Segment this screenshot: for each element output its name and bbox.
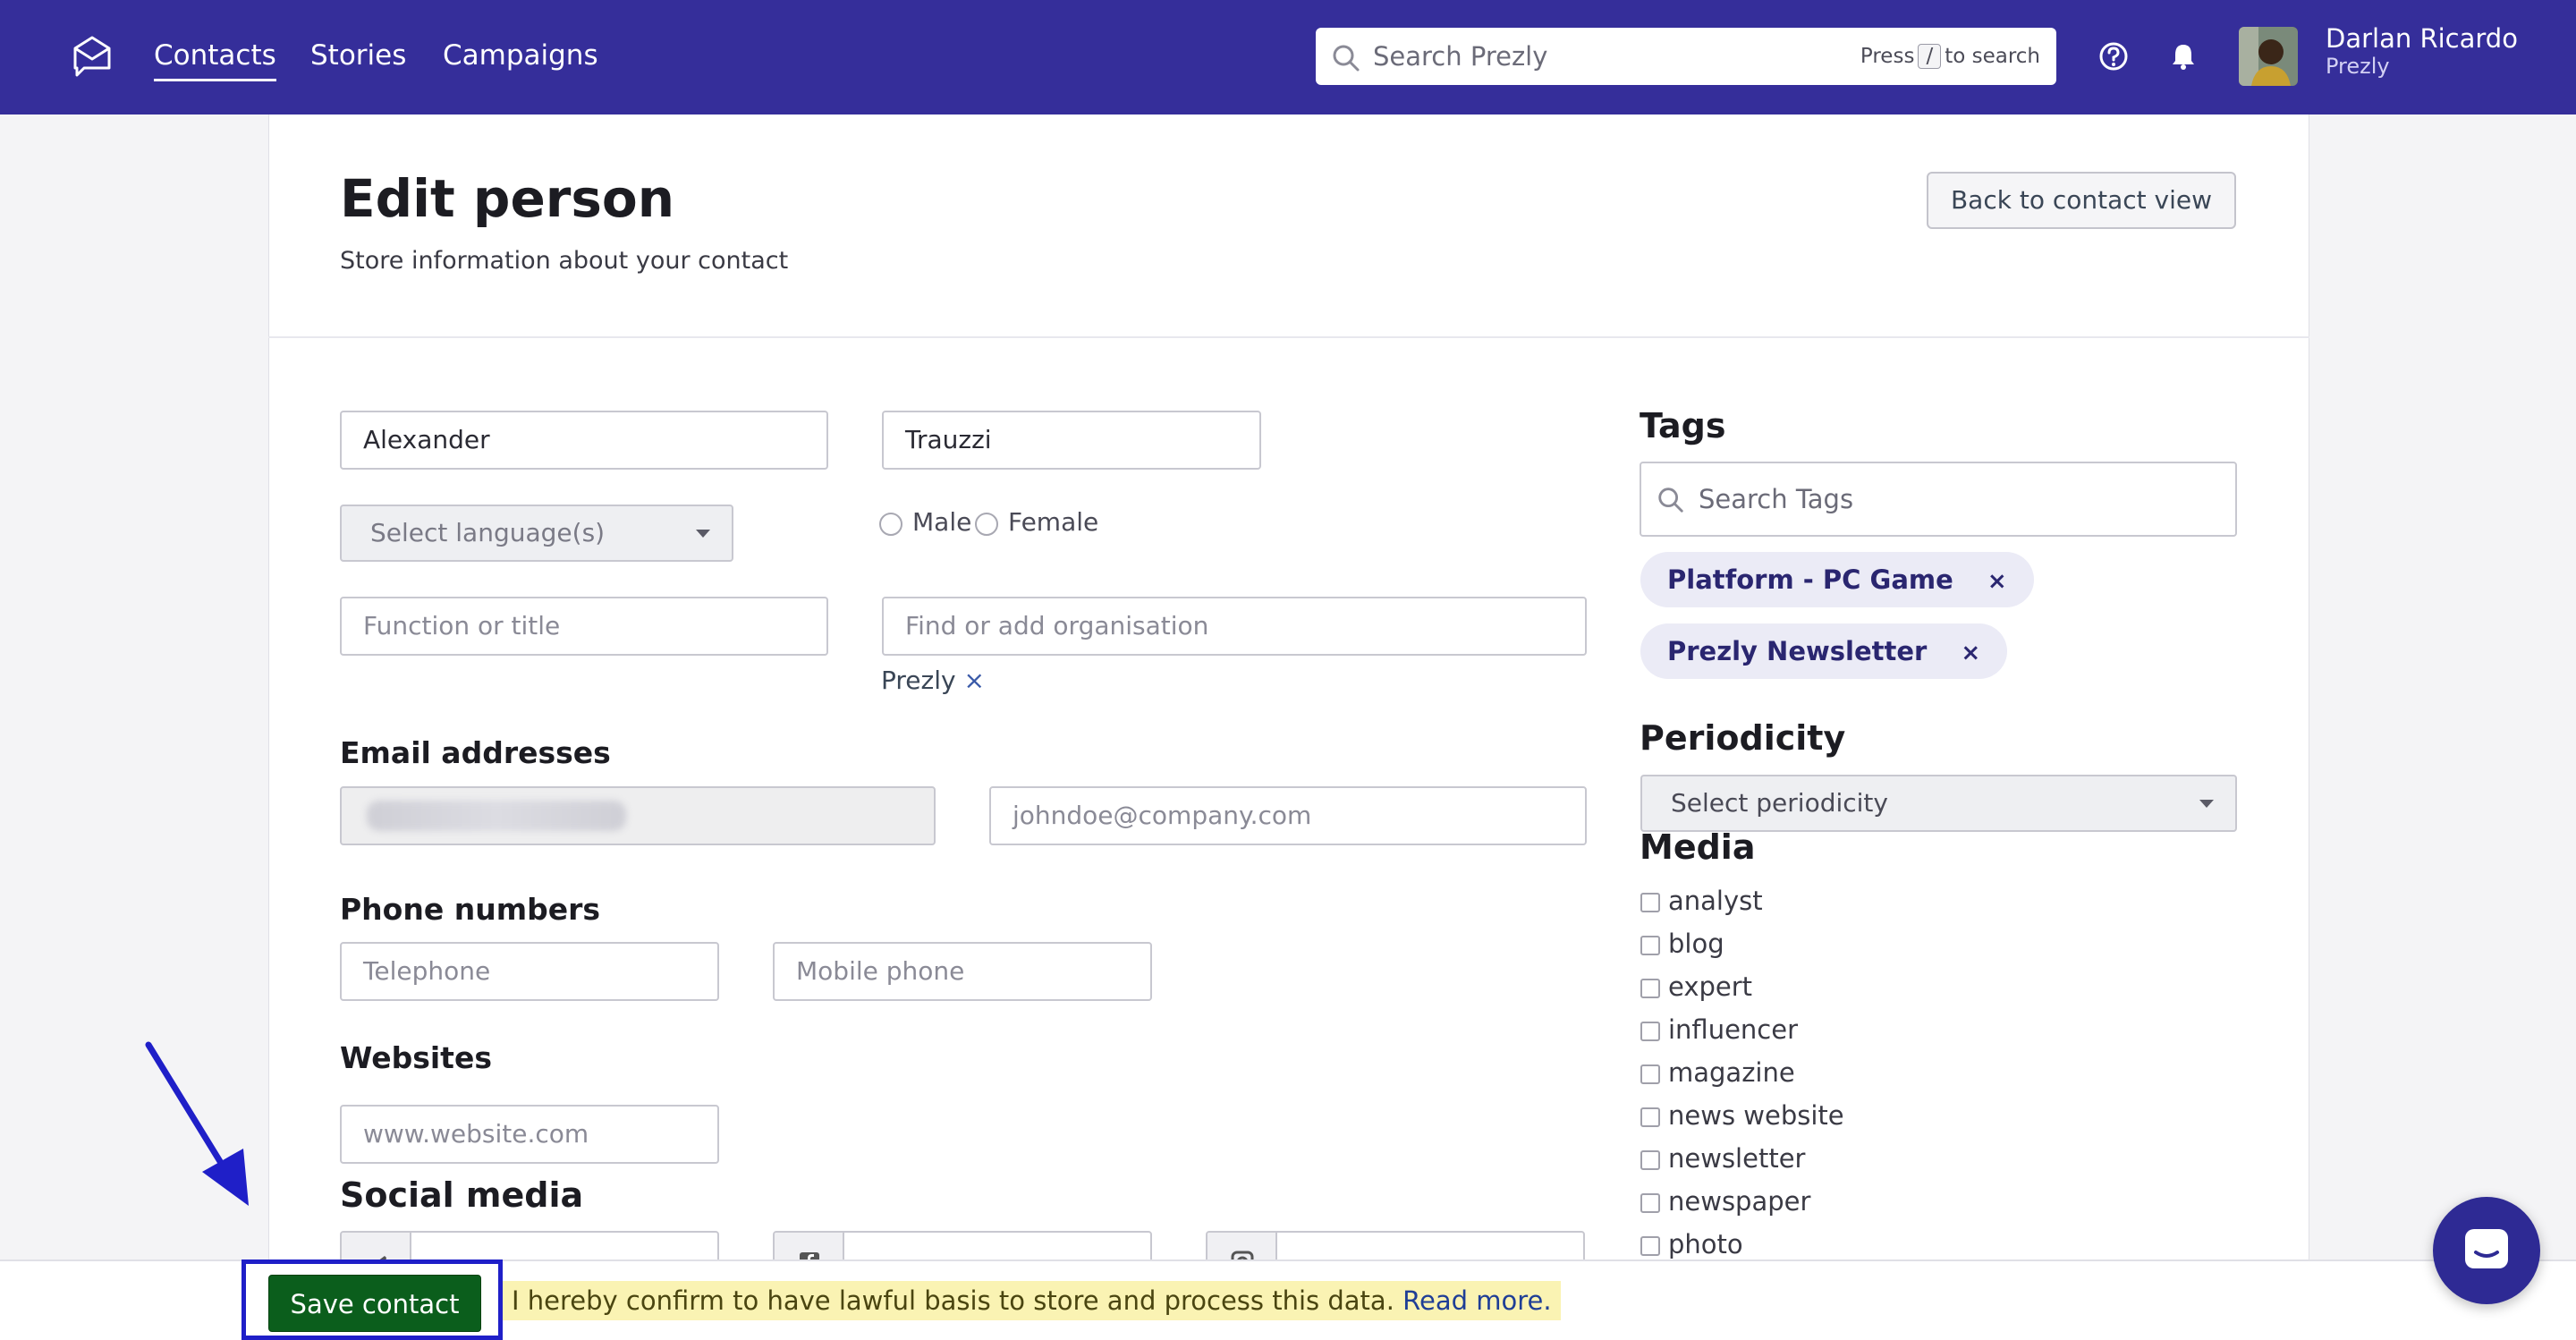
periodicity-select[interactable]: Select periodicity [1640,775,2237,832]
mobile-phone-input[interactable]: Mobile phone [773,942,1152,1001]
organisation-input[interactable]: Find or add organisation [882,597,1587,656]
search-icon [1333,45,1360,72]
highlight-box [242,1259,503,1340]
user-name[interactable]: Darlan Ricardo [2326,23,2518,54]
avatar[interactable] [2239,27,2298,86]
email-field-primary [340,786,936,845]
redacted-email [367,801,626,831]
gender-male-label[interactable]: Male [912,507,971,537]
search-placeholder: Search Prezly [1373,41,1548,72]
media-checkbox-news-website[interactable] [1640,1107,1660,1127]
search-shortcut-hint: Press / to search [1860,44,2040,69]
chevron-down-icon [696,530,710,538]
media-label-influencer[interactable]: influencer [1668,1014,1798,1045]
page-title: Edit person [340,168,675,229]
read-more-link[interactable]: Read more. [1402,1285,1551,1316]
search-icon [1658,488,1683,513]
media-checkbox-magazine[interactable] [1640,1064,1660,1084]
gender-female-radio[interactable] [975,513,998,536]
language-select-placeholder: Select language(s) [370,518,606,547]
annotation-arrow-icon [145,1041,249,1206]
tag-label: Platform - PC Game [1667,564,1953,595]
tag-chip: Prezly Newsletter × [1640,623,2008,679]
telephone-input[interactable]: Telephone [340,942,719,1001]
nav-campaigns[interactable]: Campaigns [443,36,598,75]
help-icon[interactable] [2098,41,2129,72]
phone-section-title: Phone numbers [340,892,601,927]
user-organisation: Prezly [2326,54,2390,79]
media-checkbox-influencer[interactable] [1640,1022,1660,1041]
notifications-bell-icon[interactable] [2168,41,2199,72]
tag-chip: Platform - PC Game × [1640,552,2034,607]
slash-key: / [1918,44,1942,69]
page-subtitle: Store information about your contact [340,247,789,275]
tag-label: Prezly Newsletter [1667,636,1928,666]
periodicity-placeholder: Select periodicity [1671,788,1888,818]
nav-contacts[interactable]: Contacts [154,36,276,81]
media-checkbox-newspaper[interactable] [1640,1193,1660,1213]
media-checkbox-expert[interactable] [1640,979,1660,998]
periodicity-section-title: Periodicity [1640,718,1846,758]
media-label-analyst[interactable]: analyst [1668,886,1763,916]
function-title-input[interactable]: Function or title [340,597,828,656]
media-label-blog[interactable]: blog [1668,929,1724,959]
chat-icon [2465,1229,2508,1268]
websites-section-title: Websites [340,1040,492,1075]
header-divider [268,336,2309,338]
nav-stories[interactable]: Stories [310,36,406,75]
website-input[interactable]: www.website.com [340,1105,719,1164]
chat-launcher-button[interactable] [2433,1197,2540,1304]
organisation-chip-label: Prezly [881,666,956,695]
gender-male-radio[interactable] [879,513,902,536]
top-navigation: Contacts Stories Campaigns Search Prezly… [0,0,2576,114]
tags-search-placeholder: Search Tags [1699,484,1854,514]
remove-organisation-icon[interactable]: × [963,666,984,695]
organisation-chip: Prezly × [881,666,985,695]
user-photo-icon [2239,27,2298,86]
language-select[interactable]: Select language(s) [340,505,733,562]
tags-search-input[interactable]: Search Tags [1640,462,2237,537]
chevron-down-icon [2199,800,2214,808]
media-label-newspaper[interactable]: newspaper [1668,1186,1810,1217]
media-checkbox-blog[interactable] [1640,936,1660,955]
remove-tag-icon[interactable]: × [1961,640,1980,666]
tags-section-title: Tags [1640,406,1726,445]
last-name-input[interactable]: Trauzzi [882,411,1261,470]
media-section-title: Media [1640,827,1756,867]
back-to-contact-view-button[interactable]: Back to contact view [1927,172,2236,229]
remove-tag-icon[interactable]: × [1987,568,2007,595]
global-search-input[interactable]: Search Prezly Press / to search [1316,28,2056,85]
media-label-expert[interactable]: expert [1668,971,1752,1002]
email-field[interactable]: johndoe@company.com [989,786,1587,845]
prezly-logo-icon[interactable] [72,34,113,79]
consent-text: I hereby confirm to have lawful basis to… [512,1285,1394,1316]
email-section-title: Email addresses [340,735,611,770]
media-checkbox-newsletter[interactable] [1640,1150,1660,1170]
media-label-newsletter[interactable]: newsletter [1668,1143,1805,1174]
social-media-section-title: Social media [340,1175,584,1215]
gender-female-label[interactable]: Female [1008,507,1098,537]
media-checkbox-photo[interactable] [1640,1236,1660,1256]
media-checkbox-analyst[interactable] [1640,893,1660,912]
lawful-basis-consent: I hereby confirm to have lawful basis to… [503,1281,1561,1320]
media-label-news-website[interactable]: news website [1668,1100,1844,1131]
media-label-photo[interactable]: photo [1668,1229,1743,1259]
media-label-magazine[interactable]: magazine [1668,1057,1795,1088]
first-name-input[interactable]: Alexander [340,411,828,470]
